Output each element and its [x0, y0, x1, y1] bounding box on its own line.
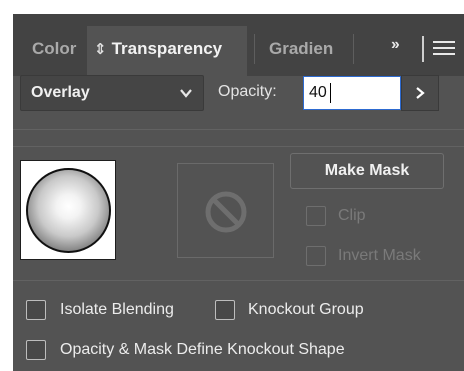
opacity-input[interactable]: 40 — [303, 76, 401, 110]
divider — [422, 36, 424, 62]
invert-mask-label: Invert Mask — [338, 247, 421, 264]
object-thumbnail[interactable] — [20, 160, 116, 260]
mask-thumbnail[interactable] — [177, 163, 274, 258]
panel-tab-bar: Color ⇕ Transparency Gradien ›› — [13, 14, 464, 76]
tab-transparency-label: Transparency — [111, 39, 223, 58]
chevron-right-icon — [416, 87, 425, 99]
divider — [13, 129, 464, 130]
isolate-blending-label: Isolate Blending — [60, 301, 174, 318]
updown-icon: ⇕ — [94, 41, 107, 58]
make-mask-button[interactable]: Make Mask — [290, 153, 444, 189]
opacity-label: Opacity: — [218, 83, 277, 100]
tab-color[interactable]: Color — [32, 26, 76, 76]
invert-mask-checkbox[interactable] — [306, 246, 326, 266]
clip-label: Clip — [338, 207, 366, 224]
tab-gradient[interactable]: Gradien — [269, 26, 347, 76]
blend-mode-select[interactable]: Overlay — [20, 75, 204, 111]
more-tabs-icon[interactable]: ›› — [391, 36, 400, 54]
tab-transparency[interactable]: ⇕ Transparency — [87, 26, 247, 76]
knockout-group-label: Knockout Group — [248, 301, 364, 318]
text-caret — [330, 83, 331, 103]
divider — [13, 146, 464, 147]
opacity-stepper-button[interactable] — [401, 75, 439, 111]
opacity-value: 40 — [309, 84, 327, 101]
chevron-down-icon — [180, 89, 192, 98]
knockout-group-checkbox[interactable] — [215, 300, 235, 320]
opacity-mask-knockout-checkbox[interactable] — [26, 340, 46, 360]
no-mask-icon — [205, 191, 247, 233]
tab-separator — [254, 34, 255, 64]
object-preview-circle — [26, 168, 111, 253]
isolate-blending-checkbox[interactable] — [26, 300, 46, 320]
divider — [13, 280, 464, 281]
clip-checkbox[interactable] — [306, 206, 326, 226]
opacity-mask-knockout-label: Opacity & Mask Define Knockout Shape — [60, 341, 345, 358]
tab-separator — [353, 34, 354, 64]
blend-mode-value: Overlay — [31, 84, 90, 101]
panel-menu-icon[interactable] — [433, 41, 455, 59]
